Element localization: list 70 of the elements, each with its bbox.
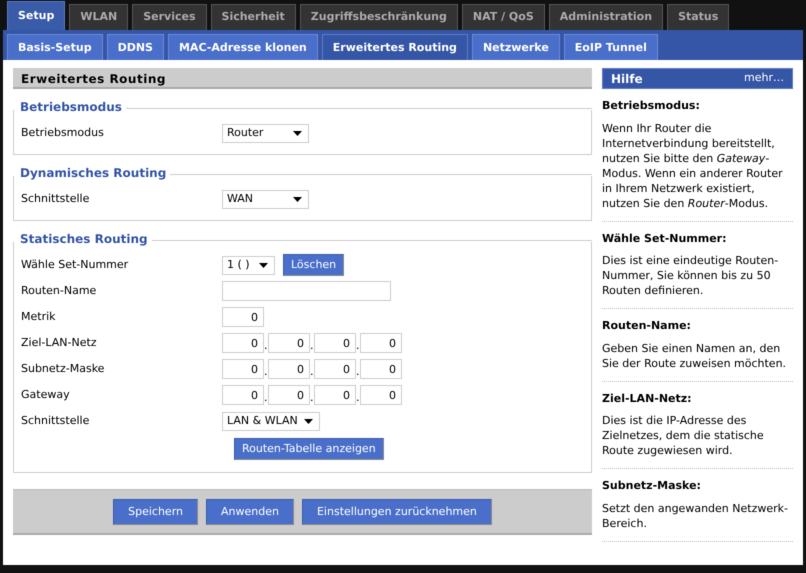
- ip-separator: .: [356, 390, 360, 406]
- ip-octet-input[interactable]: 0: [222, 385, 264, 405]
- nav-tab[interactable]: Setup: [7, 1, 66, 30]
- help-text: Wenn Ihr Router die Internetverbindung bereitstellt, nutzen Sie bitte den Gateway-Modus. Wenn ein anderer Router in Ihrem Netzwerk existiert, nutzen Sie den Router-Modus.: [602, 120, 784, 210]
- help-text: Geben Sie einen Namen an, den Sie der Route zuweisen möchten.: [602, 340, 788, 370]
- nav-tab[interactable]: Status: [667, 4, 730, 30]
- field-label: Ziel-LAN-Netz: [21, 334, 98, 351]
- ip-octet-input[interactable]: 0: [314, 385, 356, 405]
- help-heading: Subnetz-Maske:: [602, 478, 702, 494]
- field-label: Routen-Name: [21, 282, 98, 299]
- field-label: Betriebsmodus: [21, 124, 105, 141]
- ip-octet-input[interactable]: 0: [360, 333, 402, 353]
- dropdown[interactable]: 1 ( ): [222, 256, 275, 274]
- field-label: Schnittstelle: [21, 412, 90, 429]
- nav-tab[interactable]: Sicherheit: [210, 4, 296, 30]
- sub-tab[interactable]: MAC-Adresse klonen: [168, 34, 318, 60]
- dropdown[interactable]: LAN & WLAN: [222, 412, 320, 430]
- sub-tab[interactable]: EoIP Tunnel: [564, 34, 658, 60]
- action-button[interactable]: Speichern: [113, 498, 198, 524]
- nav-tab[interactable]: Zugriffsbeschränkung: [300, 4, 458, 30]
- ip-separator: .: [264, 364, 268, 380]
- help-heading: Routen-Name:: [602, 318, 692, 334]
- ip-separator: .: [356, 338, 360, 354]
- ip-octet-input[interactable]: 0: [314, 359, 356, 379]
- panel-title: Erweitertes Routing: [13, 68, 592, 89]
- field-label: Wähle Set-Nummer: [21, 256, 130, 273]
- action-button[interactable]: Einstellungen zurücknehmen: [302, 498, 492, 524]
- sub-tab[interactable]: Basis-Setup: [7, 34, 103, 60]
- nav-tab[interactable]: Administration: [548, 4, 664, 30]
- nav-tab[interactable]: Services: [132, 4, 207, 30]
- ip-octet-input[interactable]: 0: [222, 359, 264, 379]
- ip-octet-input[interactable]: 0: [360, 359, 402, 379]
- field-label: Schnittstelle: [21, 190, 90, 207]
- ip-separator: .: [264, 338, 268, 354]
- dropdown[interactable]: WAN: [222, 190, 309, 208]
- section-legend: Dynamisches Routing: [13, 164, 166, 182]
- ip-octet-input[interactable]: 0: [314, 333, 356, 353]
- help-text: Setzt den angewanden Netzwerk-Bereich.: [602, 500, 789, 530]
- number-input[interactable]: 0: [222, 307, 264, 327]
- ip-separator: .: [310, 390, 314, 406]
- ip-separator: .: [310, 338, 314, 354]
- action-button[interactable]: Anwenden: [206, 498, 294, 524]
- nav-tab[interactable]: NAT / QoS: [462, 4, 545, 30]
- help-heading: Ziel-LAN-Netz:: [602, 390, 693, 406]
- help-heading: Wähle Set-Nummer:: [602, 230, 728, 246]
- ip-separator: .: [264, 390, 268, 406]
- ip-separator: .: [356, 364, 360, 380]
- sub-tab[interactable]: DDNS: [106, 34, 164, 60]
- ip-octet-input[interactable]: 0: [268, 333, 310, 353]
- ip-octet-input[interactable]: 0: [222, 333, 264, 353]
- help-heading: Betriebsmodus:: [602, 98, 701, 114]
- help-text: Dies ist die IP-Adresse des Zielnetzes, dem die statische Route zugewiesen wird.: [602, 413, 765, 458]
- ip-octet-input[interactable]: 0: [360, 385, 402, 405]
- field-label: Metrik: [21, 308, 57, 325]
- ip-octet-input[interactable]: 0: [268, 359, 310, 379]
- nav-tab[interactable]: WLAN: [69, 4, 128, 30]
- help-text: Dies ist eine eindeutige Routen-Nummer, Sie können bis zu 50 Routen definieren.: [602, 253, 780, 298]
- help-title: Hilfe: [611, 70, 643, 88]
- field-label: Subnetz-Maske: [21, 360, 106, 377]
- more-link[interactable]: mehr…: [744, 70, 784, 87]
- sub-tab[interactable]: Erweitertes Routing: [322, 34, 468, 60]
- ip-separator: .: [310, 364, 314, 380]
- delete-button[interactable]: Löschen: [283, 254, 344, 276]
- section-legend: Betriebsmodus: [13, 98, 122, 116]
- field-label: Gateway: [21, 386, 71, 403]
- route-table-button[interactable]: Routen-Tabelle anzeigen: [234, 438, 384, 460]
- section-legend: Statisches Routing: [13, 230, 148, 248]
- dropdown[interactable]: Router: [222, 124, 309, 142]
- sub-tab[interactable]: Netzwerke: [472, 34, 560, 60]
- ip-octet-input[interactable]: 0: [268, 385, 310, 405]
